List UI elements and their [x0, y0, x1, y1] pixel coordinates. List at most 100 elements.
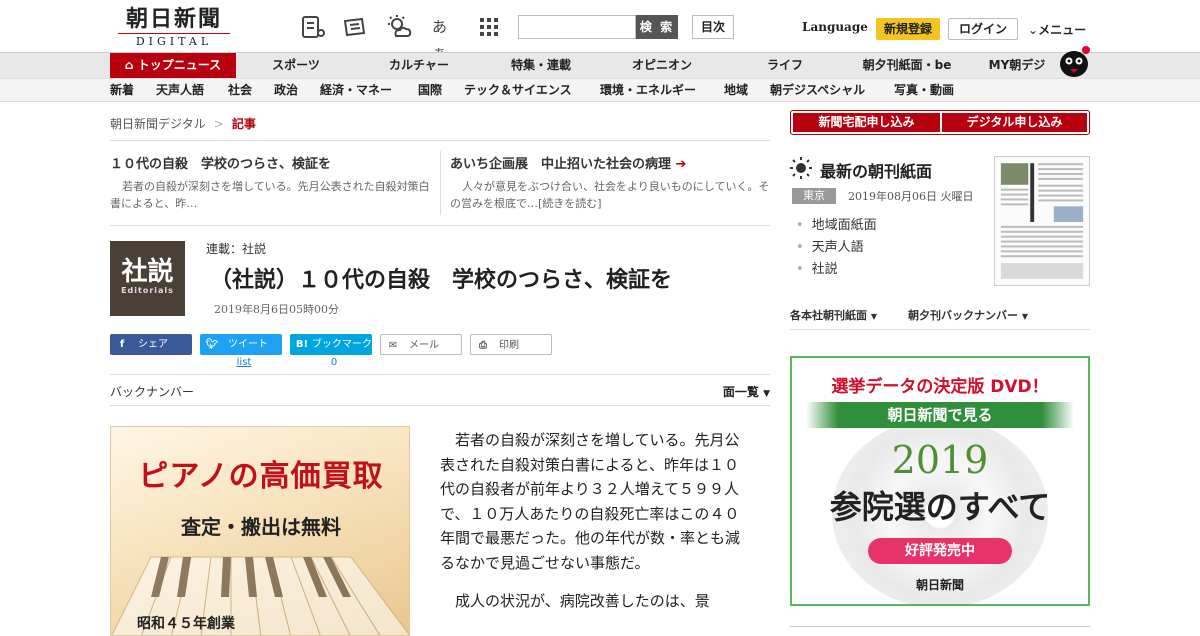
tab-regional-morning[interactable]: 各本社朝刊紙面 ▼ [790, 307, 877, 323]
piano-ad[interactable]: ピアノの高価買取 査定・搬出は無料 昭和４５年創業 [110, 426, 410, 636]
home-icon: ⌂ [124, 58, 138, 72]
mail-button[interactable]: ✉ メール [380, 334, 462, 355]
breadcrumb-current: 記事 [231, 117, 256, 131]
secondary-nav: 新着 天声人語 社会 政治 経済・マネー 国際 テック＆サイエンス 環境・エネル… [0, 78, 1200, 102]
menu-button[interactable]: ⌄メニュー [1028, 21, 1086, 38]
nav-item-my[interactable]: MY朝デジ [982, 53, 1052, 78]
link-label: 天声人語 [811, 240, 864, 255]
related-title: あいち企画展 中止招いた社会の病理 ➔ [450, 153, 770, 172]
tab-backnumber[interactable]: 朝夕刊バックナンバー ▼ [908, 307, 1028, 323]
editorial-kanji: 社説 [121, 257, 174, 287]
share-label: シェア [138, 339, 168, 350]
subnav-item[interactable]: 写真・動画 [894, 79, 954, 101]
mascot-icon[interactable] [1056, 42, 1092, 78]
related-desc: 人々が意見をぶつけ合い、社会をより良いものにしていく。その営みを根底で…[続きを… [450, 180, 770, 210]
site-logo[interactable]: 朝日新聞 DIGITAL [118, 6, 230, 48]
search-input[interactable] [518, 15, 636, 39]
nav-item-life[interactable]: ライフ [754, 53, 816, 78]
related-article-1[interactable]: １０代の自殺 学校のつらさ、検証を 若者の自殺が深刻さを増している。先月公表され… [110, 153, 430, 212]
subscribe-digital-button[interactable]: デジタル申し込み [942, 113, 1087, 132]
tab-label: 朝夕刊バックナンバー [908, 309, 1018, 322]
nav-item-culture[interactable]: カルチャー [376, 53, 462, 78]
share-label: ブックマーク [312, 339, 372, 350]
ad-subheadline: 査定・搬出は無料 [181, 515, 341, 539]
subnav-item[interactable]: 朝デジスペシャル [770, 79, 865, 101]
nav-item-opinion[interactable]: オピニオン [620, 53, 704, 78]
series-link[interactable]: 連載：社説 [206, 240, 266, 257]
ad-band: 朝日新聞で見る [806, 402, 1074, 428]
region-badge[interactable]: 東京 [792, 188, 836, 204]
breadcrumb-sep: > [213, 117, 224, 131]
hatena-bookmark-button[interactable]: B! ブックマーク [290, 334, 372, 355]
triangle-down-icon: ▼ [763, 389, 770, 399]
subscribe-buttons: 新聞宅配申し込み デジタル申し込み [790, 110, 1090, 135]
facebook-share-button[interactable]: f シェア [110, 334, 192, 355]
article-body: 若者の自殺が深刻さを増している。先月公表された自殺対策白書によると、昨年は１０代… [440, 428, 746, 628]
subnav-item[interactable]: 天声人語 [156, 79, 204, 101]
related-articles: １０代の自殺 学校のつらさ、検証を 若者の自殺が深刻さを増している。先月公表され… [110, 140, 770, 226]
newspaper-thumbnail[interactable] [994, 156, 1090, 286]
logo-en: DIGITAL [118, 33, 230, 48]
twitter-count[interactable]: list [200, 357, 288, 368]
newspaper-link[interactable]: • 地域面紙面 [796, 214, 877, 233]
toc-button[interactable]: 目次 [692, 15, 734, 39]
mail-icon: ✉ [388, 340, 398, 351]
link-label: 地域面紙面 [811, 218, 877, 233]
newspaper-date: 2019年08月06日 火曜日 [848, 190, 974, 203]
election-dvd-ad[interactable]: 選挙データの決定版 DVD！ 朝日新聞で見る 2019 参院選のすべて 好評発売… [790, 356, 1090, 606]
share-label: メール [409, 340, 439, 351]
ad-title: 参院選のすべて [829, 488, 1051, 526]
article-paragraph: 成人の状況が、病院改善したのは、景 [455, 592, 710, 610]
newspaper-tabs: 各本社朝刊紙面 ▼ 朝夕刊バックナンバー ▼ [790, 302, 1090, 330]
weather-icon[interactable] [386, 14, 412, 40]
subnav-item[interactable]: 経済・マネー [320, 79, 392, 101]
login-button[interactable]: ログイン [948, 18, 1018, 40]
share-label: ツイート [228, 339, 268, 350]
logo-jp: 朝日新聞 [125, 6, 222, 32]
font-size-toggle[interactable]: あぁ [432, 14, 458, 62]
menu-label: メニュー [1038, 23, 1087, 37]
subnav-item[interactable]: 国際 [418, 79, 442, 101]
ad-brand: 朝日新聞 [915, 578, 964, 592]
bullet: • [796, 240, 804, 255]
breadcrumb-home[interactable]: 朝日新聞デジタル [110, 117, 206, 131]
subnav-item[interactable]: 政治 [274, 79, 298, 101]
subnav-item[interactable]: 地域 [724, 79, 748, 101]
nav-item-top-news[interactable]: ⌂ トップニュース [110, 53, 236, 78]
ad-year: 2019 [891, 438, 989, 482]
breadcrumb: 朝日新聞デジタル > 記事 [110, 115, 256, 132]
editorial-en: Editorials [121, 286, 174, 295]
subnav-item[interactable]: 社会 [228, 79, 252, 101]
page-list-dropdown[interactable]: 面一覧 ▼ [723, 383, 770, 400]
grid-menu-icon[interactable] [476, 14, 502, 40]
subnav-item[interactable]: 新着 [110, 79, 134, 101]
register-button[interactable]: 新規登録 [876, 18, 940, 40]
newspaper-icon[interactable] [342, 14, 368, 40]
subnav-item[interactable]: 環境・エネルギー [600, 79, 696, 101]
bullet: • [796, 262, 804, 277]
print-button[interactable]: ⎙ 印刷 [470, 334, 552, 355]
nav-item-features[interactable]: 特集・連載 [500, 53, 582, 78]
header: 朝日新聞 DIGITAL あぁ 検 索 目次 Language 新規登録 ログイ… [0, 0, 1200, 62]
primary-nav: ⌂ トップニュース スポーツ カルチャー 特集・連載 オピニオン ライフ 朝夕刊… [0, 52, 1200, 78]
editorial-logo[interactable]: 社説 Editorials [110, 241, 185, 316]
facebook-icon: f [119, 339, 125, 350]
ad-founded: 昭和４５年創業 [137, 616, 235, 632]
related-article-2[interactable]: あいち企画展 中止招いた社会の病理 ➔ 人々が意見をぶつけ合い、社会をより良いも… [450, 153, 770, 212]
newspaper-link[interactable]: • 社説 [796, 258, 838, 277]
twitter-share-button[interactable]: 🐦︎ ツイート [200, 334, 282, 355]
newspaper-link[interactable]: • 天声人語 [796, 236, 864, 255]
language-link[interactable]: Language [802, 20, 868, 34]
search-button[interactable]: 検 索 [636, 15, 678, 39]
article-title: （社説）１０代の自殺 学校のつらさ、検証を [210, 268, 673, 293]
printer-icon: ⎙ [479, 340, 487, 351]
backnumber-link[interactable]: バックナンバー [110, 383, 194, 400]
backnumber-bar: バックナンバー 面一覧 ▼ [110, 374, 770, 406]
subscribe-paper-button[interactable]: 新聞宅配申し込み [793, 113, 940, 132]
ad-on-sale-badge: 好評発売中 [868, 538, 1012, 564]
nav-item-paper[interactable]: 朝夕刊紙面・be [856, 53, 958, 78]
subnav-item[interactable]: テック＆サイエンス [464, 79, 572, 101]
nav-item-sports[interactable]: スポーツ [256, 53, 336, 78]
twitter-icon: 🐦︎ [205, 339, 219, 350]
news-list-icon[interactable] [300, 14, 326, 40]
